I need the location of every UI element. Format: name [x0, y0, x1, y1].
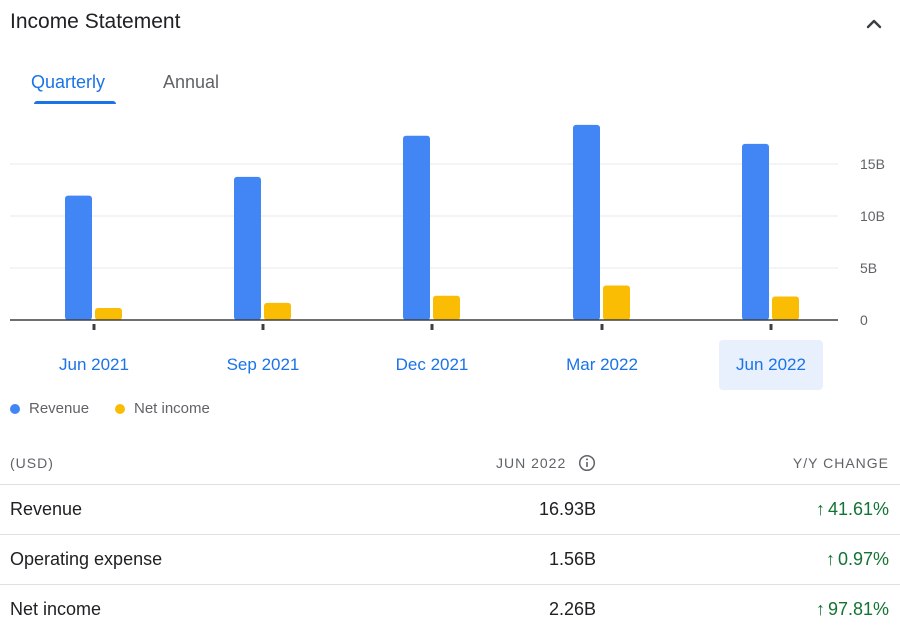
tab-annual[interactable]: Annual: [163, 72, 219, 93]
arrow-up-icon: ↑: [815, 599, 825, 619]
section-title: Income Statement: [10, 10, 181, 33]
y-tick-label: 0: [860, 312, 868, 328]
row-change-value: 0.97%: [837, 549, 889, 569]
legend-label-revenue: Revenue: [29, 400, 90, 417]
row-change-value: 97.81%: [827, 599, 889, 619]
bar-net-income-sep-2021[interactable]: [264, 302, 291, 320]
x-tick-label-jun-2021[interactable]: Jun 2021: [42, 340, 146, 390]
bar-net-income-jun-2021[interactable]: [95, 308, 122, 320]
legend-dot-revenue: [10, 404, 20, 414]
table-row-net-income: Net income 2.26B ↑ 97.81%: [0, 584, 900, 635]
legend-item-net-income: Net income: [115, 398, 210, 420]
bar-net-income-jun-2022[interactable]: [772, 296, 799, 320]
header-change: Y/Y CHANGE: [792, 455, 889, 471]
bar-revenue-mar-2022[interactable]: [573, 124, 600, 320]
x-tick-label-mar-2022[interactable]: Mar 2022: [550, 340, 654, 390]
bar-net-income-mar-2022[interactable]: [603, 285, 630, 320]
y-tick-label: 5B: [860, 260, 877, 276]
bar-net-income-dec-2021[interactable]: [433, 295, 460, 320]
active-tab-indicator: [34, 101, 116, 104]
bar-revenue-sep-2021[interactable]: [234, 176, 261, 320]
row-label: Revenue: [10, 499, 83, 519]
table-row-revenue: Revenue 16.93B ↑ 41.61%: [0, 484, 900, 535]
row-value: 2.26B: [548, 599, 596, 619]
x-tick-label-sep-2021[interactable]: Sep 2021: [211, 340, 315, 390]
arrow-up-icon: ↑: [815, 499, 825, 519]
period-tabs: Quarterly Annual: [0, 60, 300, 108]
row-change-value: 41.61%: [827, 499, 889, 519]
table-row-operating-expense: Operating expense 1.56B ↑ 0.97%: [0, 534, 900, 585]
legend-label-net-income: Net income: [134, 400, 210, 417]
bar-revenue-jun-2021[interactable]: [65, 195, 92, 320]
x-tick-label-dec-2021[interactable]: Dec 2021: [380, 340, 484, 390]
row-value: 1.56B: [548, 549, 596, 569]
chevron-up-icon[interactable]: [862, 12, 886, 36]
x-tick-label-jun-2022[interactable]: Jun 2022: [719, 340, 823, 390]
bar-revenue-jun-2022[interactable]: [742, 143, 769, 320]
income-chart: 0 5B 10B 15B: [10, 124, 885, 330]
header-period: JUN 2022: [496, 455, 567, 471]
tab-quarterly[interactable]: Quarterly: [31, 72, 105, 93]
info-icon[interactable]: [578, 454, 596, 472]
legend-dot-net-income: [115, 404, 125, 414]
y-tick-label: 10B: [860, 208, 885, 224]
row-change: ↑ 97.81%: [816, 599, 889, 620]
row-value: 16.93B: [538, 499, 596, 519]
row-change: ↑ 0.97%: [826, 549, 889, 570]
row-change: ↑ 41.61%: [816, 499, 889, 520]
table-header: (USD) JUN 2022 Y/Y CHANGE: [0, 446, 900, 484]
section-header: Income Statement: [0, 0, 900, 50]
y-tick-label: 15B: [860, 156, 885, 172]
arrow-up-icon: ↑: [825, 549, 835, 569]
row-label: Operating expense: [10, 549, 163, 569]
legend-item-revenue: Revenue: [10, 398, 89, 420]
bar-revenue-dec-2021[interactable]: [403, 135, 430, 320]
row-label: Net income: [10, 599, 102, 619]
header-currency: (USD): [10, 455, 54, 471]
